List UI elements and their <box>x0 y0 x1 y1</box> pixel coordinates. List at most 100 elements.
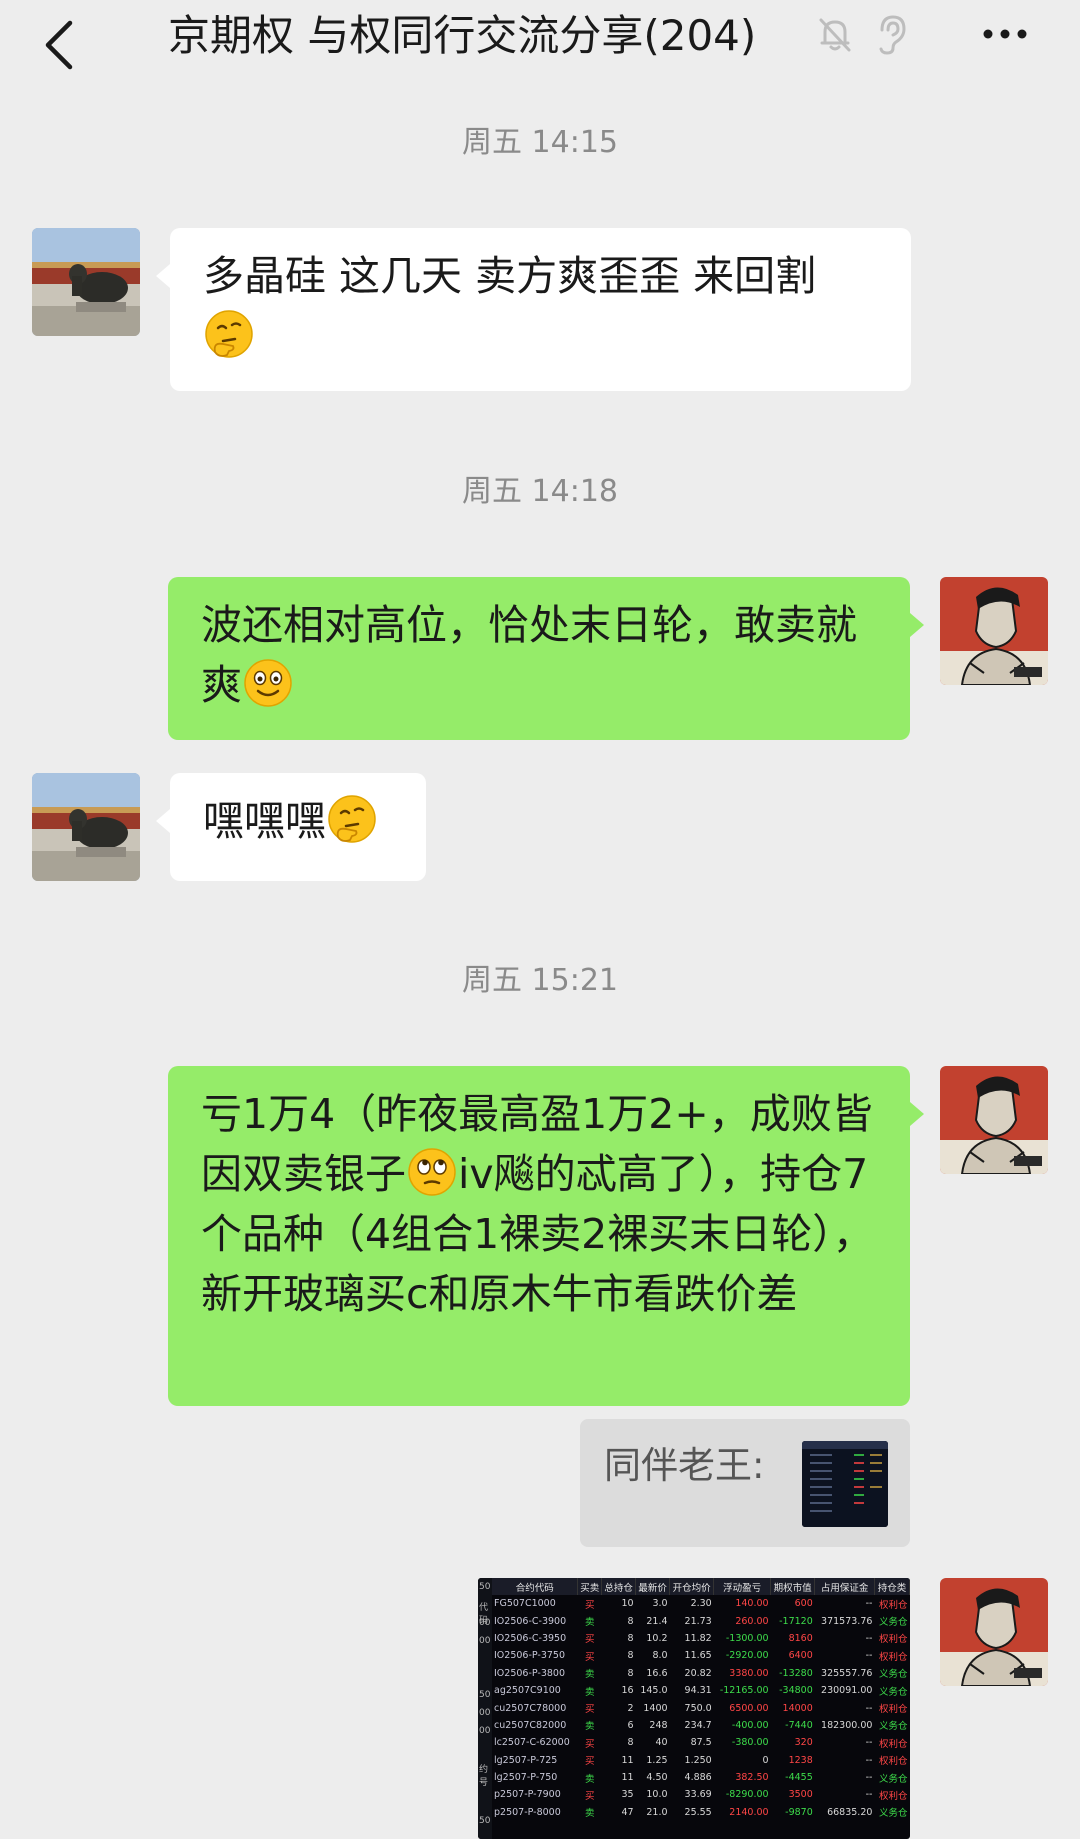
table-cell: 卖 <box>585 1617 595 1629</box>
table-cell: -- <box>865 1789 873 1801</box>
thinking-emoji <box>328 795 376 843</box>
table-cell: 3380.00 <box>729 1667 769 1679</box>
table-cell: -34800 <box>779 1685 813 1697</box>
thinking-emoji <box>205 310 253 358</box>
table-cell: 230091.00 <box>821 1685 873 1697</box>
table-row: IO2506-C-3950 买 8 10.2 11.82 -1300.00 8160 -- 权利… <box>492 1630 910 1647</box>
table-cell: 卖 <box>585 1773 595 1785</box>
table-cell: -4455 <box>785 1772 813 1784</box>
table-header-cell: 持仓类 <box>874 1578 910 1595</box>
table-cell: 6 <box>627 1719 634 1731</box>
message-bubble-outgoing[interactable]: 波还相对高位，恰处末日轮，敢卖就爽 <box>168 577 924 740</box>
table-cell: 权利仓 <box>878 1599 908 1611</box>
table-cell: 义务仓 <box>878 1617 908 1629</box>
table-cell: 66835.20 <box>827 1806 873 1818</box>
table-cell: 325557.76 <box>821 1667 873 1679</box>
table-cell: 义务仓 <box>878 1721 908 1733</box>
table-cell: 卖 <box>585 1669 595 1681</box>
table-cell: 3.0 <box>652 1598 668 1610</box>
table-cell: -2920.00 <box>725 1650 769 1662</box>
table-cell: IO2506-P-3800 <box>494 1667 566 1679</box>
message-text: 嘿嘿嘿 <box>203 797 326 845</box>
message-text: 多晶硅 这几天 卖方爽歪歪 来回割 <box>203 252 817 300</box>
cropped-label: 00 <box>479 1636 491 1646</box>
table-row: lg2507-P-725 买 11 1.25 1.250 0 1238 -- 权利仓 <box>492 1752 910 1769</box>
positions-screenshot-image[interactable]: 50 代码 00 00 50 00 00 约号 50 合约代码 买卖 总持仓 最新价 开仓均价 浮动盈亏期… <box>478 1578 910 1839</box>
table-cell: 买 <box>585 1790 595 1802</box>
table-cell: 1.250 <box>684 1754 712 1766</box>
avatar[interactable] <box>940 577 1048 685</box>
cropped-label: 50 <box>479 1582 491 1592</box>
table-cell: 0 <box>762 1754 769 1766</box>
table-cell: 4.50 <box>646 1772 668 1784</box>
cropped-label: 00 <box>479 1618 491 1628</box>
cropped-label: 50 <box>479 1690 491 1700</box>
table-row: IO2506-P-3800 卖 8 16.6 20.82 3380.00 -13280 325… <box>492 1665 910 1682</box>
table-cell: 4.886 <box>684 1772 712 1784</box>
message-timestamp: 周五 14:18 <box>462 474 618 509</box>
table-cell: -380.00 <box>731 1737 769 1749</box>
table-row: IO2506-P-3750 买 8 8.0 11.65 -2920.00 6400 -- 权利仓 <box>492 1647 910 1664</box>
table-cell: IO2506-C-3950 <box>494 1632 567 1644</box>
table-cell: 卖 <box>585 1686 595 1698</box>
table-cell: 1400 <box>643 1702 668 1714</box>
table-cell: 8 <box>627 1737 634 1749</box>
table-cell: 8 <box>627 1615 634 1627</box>
cropped-label: 约号 <box>479 1765 489 1788</box>
table-cell: -17120 <box>779 1615 813 1627</box>
table-cell: 买 <box>585 1634 595 1646</box>
cropped-label: 50 <box>479 1816 491 1826</box>
more-icon[interactable] <box>980 22 1030 46</box>
avatar[interactable] <box>940 1066 1048 1174</box>
message-bubble-incoming[interactable]: 嘿嘿嘿 <box>156 773 426 881</box>
cropped-label: 00 <box>479 1726 491 1736</box>
table-cell: -- <box>865 1632 873 1644</box>
table-cell: lg2507-P-750 <box>494 1772 558 1784</box>
quote-thumbnail[interactable] <box>802 1441 888 1527</box>
table-cell: 11 <box>621 1754 634 1766</box>
table-cell: 21.0 <box>646 1806 668 1818</box>
table-cell: 182300.00 <box>821 1719 873 1731</box>
table-cell: -8290.00 <box>725 1789 769 1801</box>
table-cell: 10.0 <box>646 1789 668 1801</box>
table-cell: 11.65 <box>684 1650 712 1662</box>
table-cell: 234.7 <box>684 1719 712 1731</box>
avatar[interactable] <box>32 228 140 336</box>
table-cell: 买 <box>585 1651 595 1663</box>
table-cell: -7440 <box>785 1719 813 1731</box>
table-cell: 3500 <box>788 1789 813 1801</box>
message-bubble-outgoing[interactable]: 亏1万4（昨夜最高盈1万2+，成败皆因双卖银子 iv飚的忒高了），持仓7个品种（… <box>168 1066 924 1406</box>
table-cell: 义务仓 <box>878 1669 908 1681</box>
table-cell: 买 <box>585 1704 595 1716</box>
table-cell: 1238 <box>788 1754 813 1766</box>
table-cell: ag2507C9100 <box>494 1685 561 1697</box>
table-cell: 140.00 <box>735 1598 769 1610</box>
table-cell: lc2507-C-62000 <box>494 1737 570 1749</box>
table-cell: 1.25 <box>646 1754 668 1766</box>
table-cell: 47 <box>621 1806 634 1818</box>
table-cell: 87.5 <box>690 1737 712 1749</box>
positions-table: 合约代码 买卖 总持仓 最新价 开仓均价 浮动盈亏 期权市值 占用保证金 持仓类 FG507C1… <box>492 1578 910 1821</box>
avatar[interactable] <box>940 1578 1048 1686</box>
table-cell: 33.69 <box>684 1789 712 1801</box>
message-timestamp: 周五 14:15 <box>462 125 618 160</box>
message-bubble-incoming[interactable]: 多晶硅 这几天 卖方爽歪歪 来回割 <box>156 228 911 391</box>
table-cell: FG507C1000 <box>494 1598 556 1610</box>
back-icon[interactable] <box>40 15 80 75</box>
avatar[interactable] <box>32 773 140 881</box>
table-cell: 94.31 <box>684 1685 712 1697</box>
table-header-cell: 浮动盈亏 <box>713 1578 772 1595</box>
eye-roll-emoji <box>408 1148 456 1196</box>
table-cell: 750.0 <box>684 1702 712 1714</box>
quoted-message[interactable]: 同伴老王: <box>580 1419 910 1547</box>
message-text: 波还相对高位，恰处末日轮，敢卖就爽 <box>201 601 857 709</box>
table-cell: lg2507-P-725 <box>494 1754 558 1766</box>
table-cell: IO2506-P-3750 <box>494 1650 566 1662</box>
table-cell: 义务仓 <box>878 1773 908 1785</box>
table-cell: -- <box>865 1598 873 1610</box>
table-row: cu2507C78000 买 2 1400 750.0 6500.00 14000 -- 权利仓 <box>492 1699 910 1716</box>
table-cell: p2507-P-7900 <box>494 1789 561 1801</box>
table-cell: cu2507C78000 <box>494 1702 567 1714</box>
table-cell: 371573.76 <box>821 1615 873 1627</box>
table-cell: -400.00 <box>731 1719 769 1731</box>
